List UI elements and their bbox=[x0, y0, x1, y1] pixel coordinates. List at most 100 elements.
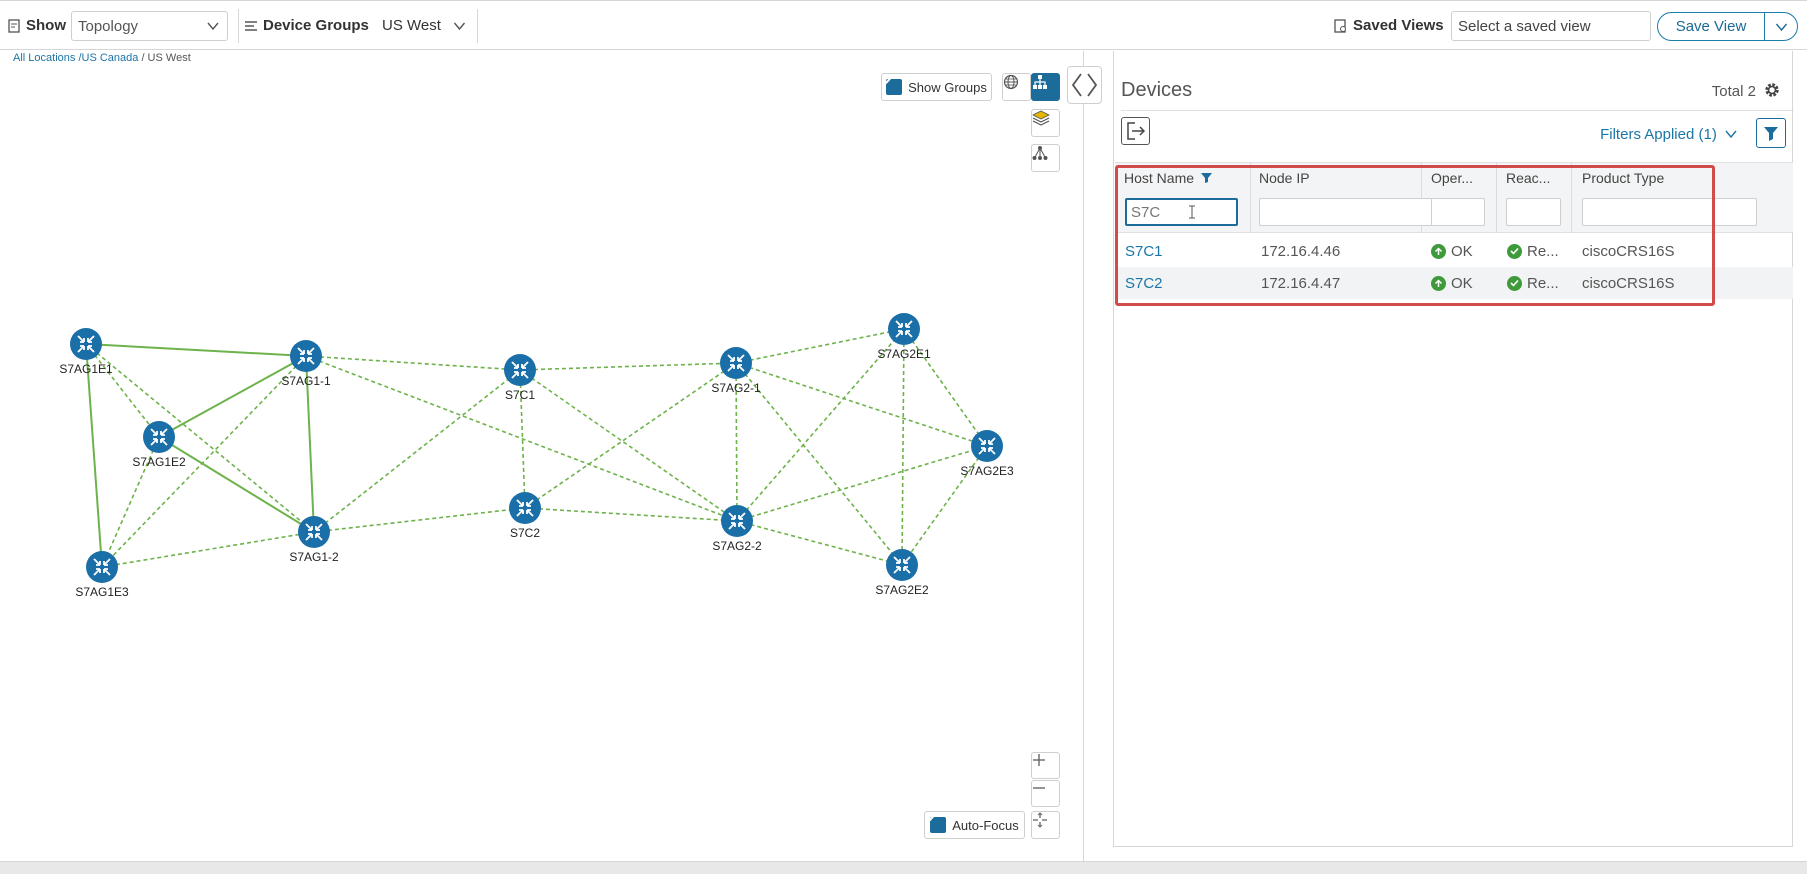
node-label: S7C2 bbox=[509, 526, 541, 540]
checkbox-checked-icon[interactable] bbox=[925, 812, 947, 833]
link-dashed[interactable] bbox=[85, 343, 160, 438]
table-row[interactable]: S7C2 172.16.4.47 OK Re... ciscoCRS16S bbox=[1115, 267, 1793, 299]
fit-to-screen-button[interactable] bbox=[1031, 811, 1060, 839]
node-label: S7AG2E2 bbox=[875, 583, 929, 597]
reach-status-text: Re... bbox=[1527, 274, 1559, 292]
reach-filter-input[interactable] bbox=[1506, 198, 1561, 226]
text-cursor-icon bbox=[1189, 205, 1196, 219]
router-node-icon[interactable] bbox=[86, 551, 118, 583]
host-name-filter-value: S7C bbox=[1131, 203, 1161, 221]
layers-button[interactable] bbox=[1031, 109, 1060, 137]
router-node-icon[interactable] bbox=[143, 421, 175, 453]
link-dashed[interactable] bbox=[901, 328, 905, 566]
panel-divider[interactable] bbox=[1083, 51, 1084, 861]
oper-status-cell: OK bbox=[1431, 235, 1473, 267]
column-header-product-type[interactable]: Product Type bbox=[1582, 170, 1664, 186]
saved-view-icon bbox=[1334, 18, 1346, 33]
router-node-icon[interactable] bbox=[509, 492, 541, 524]
host-name-link[interactable]: S7C1 bbox=[1125, 243, 1163, 260]
filters-applied-dropdown[interactable]: Filters Applied (1) bbox=[1600, 126, 1737, 143]
show-select[interactable]: Topology bbox=[71, 11, 228, 41]
link-dashed[interactable] bbox=[736, 520, 903, 566]
saved-view-select[interactable]: Select a saved view bbox=[1451, 11, 1651, 41]
show-select-value: Topology bbox=[78, 17, 139, 35]
router-node-icon[interactable] bbox=[971, 430, 1003, 462]
link-solid[interactable] bbox=[85, 343, 307, 357]
oper-filter-input[interactable] bbox=[1431, 198, 1485, 226]
oper-status-cell: OK bbox=[1431, 267, 1473, 299]
export-icon bbox=[1127, 122, 1146, 140]
link-dashed[interactable] bbox=[735, 362, 903, 566]
host-name-filter-input[interactable]: S7C bbox=[1125, 198, 1238, 226]
layers-icon bbox=[1032, 110, 1050, 126]
column-header-host-name[interactable]: Host Name bbox=[1124, 170, 1212, 186]
column-header-oper[interactable]: Oper... bbox=[1431, 170, 1473, 186]
geo-view-button[interactable] bbox=[1002, 73, 1031, 101]
device-groups-control: Device Groups bbox=[245, 1, 369, 50]
table-row[interactable]: S7C1 172.16.4.46 OK Re... ciscoCRS16S bbox=[1115, 235, 1793, 267]
oper-status-text: OK bbox=[1451, 274, 1473, 292]
report-icon bbox=[8, 18, 20, 33]
top-toolbar: Show Topology Device Groups US West Save… bbox=[0, 0, 1807, 50]
node-ip-cell: 172.16.4.47 bbox=[1261, 274, 1341, 292]
host-name-header-label: Host Name bbox=[1124, 170, 1195, 186]
zoom-out-button[interactable] bbox=[1031, 780, 1060, 807]
router-node-icon[interactable] bbox=[721, 505, 753, 537]
show-groups-toggle[interactable]: Show Groups bbox=[881, 73, 992, 101]
filters-applied-label: Filters Applied (1) bbox=[1600, 126, 1717, 143]
router-node-icon[interactable] bbox=[888, 313, 920, 345]
show-label: Show bbox=[26, 17, 66, 34]
column-separator[interactable] bbox=[1571, 163, 1572, 233]
link-dashed[interactable] bbox=[524, 507, 738, 522]
link-dashed[interactable] bbox=[85, 343, 315, 533]
link-solid[interactable] bbox=[85, 343, 103, 568]
bottom-scrollbar[interactable] bbox=[0, 861, 1807, 874]
zoom-in-button[interactable] bbox=[1031, 752, 1060, 779]
column-separator[interactable] bbox=[1496, 163, 1497, 233]
router-node-icon[interactable] bbox=[504, 354, 536, 386]
link-dashed[interactable] bbox=[313, 369, 521, 533]
link-dashed[interactable] bbox=[313, 507, 526, 533]
layout-button[interactable] bbox=[1031, 144, 1060, 172]
link-dashed[interactable] bbox=[736, 445, 988, 522]
router-node-icon[interactable] bbox=[290, 340, 322, 372]
topology-map[interactable]: S7AG1E1 S7AG1-1 S7AG1E2 S7AG1E3 S7AG1-2 S7C1 S… bbox=[0, 51, 1083, 861]
router-node-icon[interactable] bbox=[886, 549, 918, 581]
node-label: S7AG1E2 bbox=[132, 455, 186, 469]
gear-icon[interactable] bbox=[1764, 82, 1780, 98]
column-header-reach[interactable]: Reac... bbox=[1506, 170, 1550, 186]
node-label: S7AG2E3 bbox=[960, 464, 1014, 478]
collapse-panel-button[interactable] bbox=[1067, 66, 1102, 104]
host-name-link[interactable]: S7C2 bbox=[1125, 275, 1163, 292]
product-type-filter-input[interactable] bbox=[1582, 198, 1757, 226]
filter-toggle-button[interactable] bbox=[1756, 118, 1786, 148]
save-view-button[interactable]: Save View bbox=[1657, 12, 1798, 41]
chevron-down-icon[interactable] bbox=[1775, 21, 1788, 33]
link-dashed[interactable] bbox=[519, 369, 738, 522]
link-dashed[interactable] bbox=[101, 531, 315, 568]
router-node-icon[interactable] bbox=[298, 516, 330, 548]
reach-status-text: Re... bbox=[1527, 242, 1559, 260]
link-dashed[interactable] bbox=[519, 362, 737, 371]
save-view-split-divider bbox=[1764, 13, 1765, 40]
column-separator[interactable] bbox=[1250, 163, 1251, 233]
checkbox-checked-icon[interactable] bbox=[882, 74, 903, 95]
column-header-node-ip[interactable]: Node IP bbox=[1259, 170, 1310, 186]
show-control: Show bbox=[8, 1, 66, 50]
node-ip-filter-input[interactable] bbox=[1259, 198, 1434, 226]
devices-total: Total 2 bbox=[1711, 83, 1756, 100]
link-dashed[interactable] bbox=[735, 362, 988, 447]
router-node-icon[interactable] bbox=[70, 328, 102, 360]
router-node-icon[interactable] bbox=[720, 347, 752, 379]
auto-focus-toggle[interactable]: Auto-Focus bbox=[924, 811, 1025, 839]
node-label: S7AG2-2 bbox=[712, 539, 762, 553]
link-dashed[interactable] bbox=[524, 362, 737, 509]
hierarchy-icon bbox=[1033, 75, 1047, 89]
link-dashed[interactable] bbox=[305, 355, 521, 371]
node-ip-cell: 172.16.4.46 bbox=[1261, 242, 1341, 260]
export-button[interactable] bbox=[1121, 117, 1150, 145]
device-groups-select[interactable]: US West bbox=[382, 1, 472, 50]
link-solid[interactable] bbox=[158, 355, 307, 438]
topology-view-button[interactable] bbox=[1031, 73, 1060, 101]
node-label: S7AG1-1 bbox=[281, 374, 331, 388]
